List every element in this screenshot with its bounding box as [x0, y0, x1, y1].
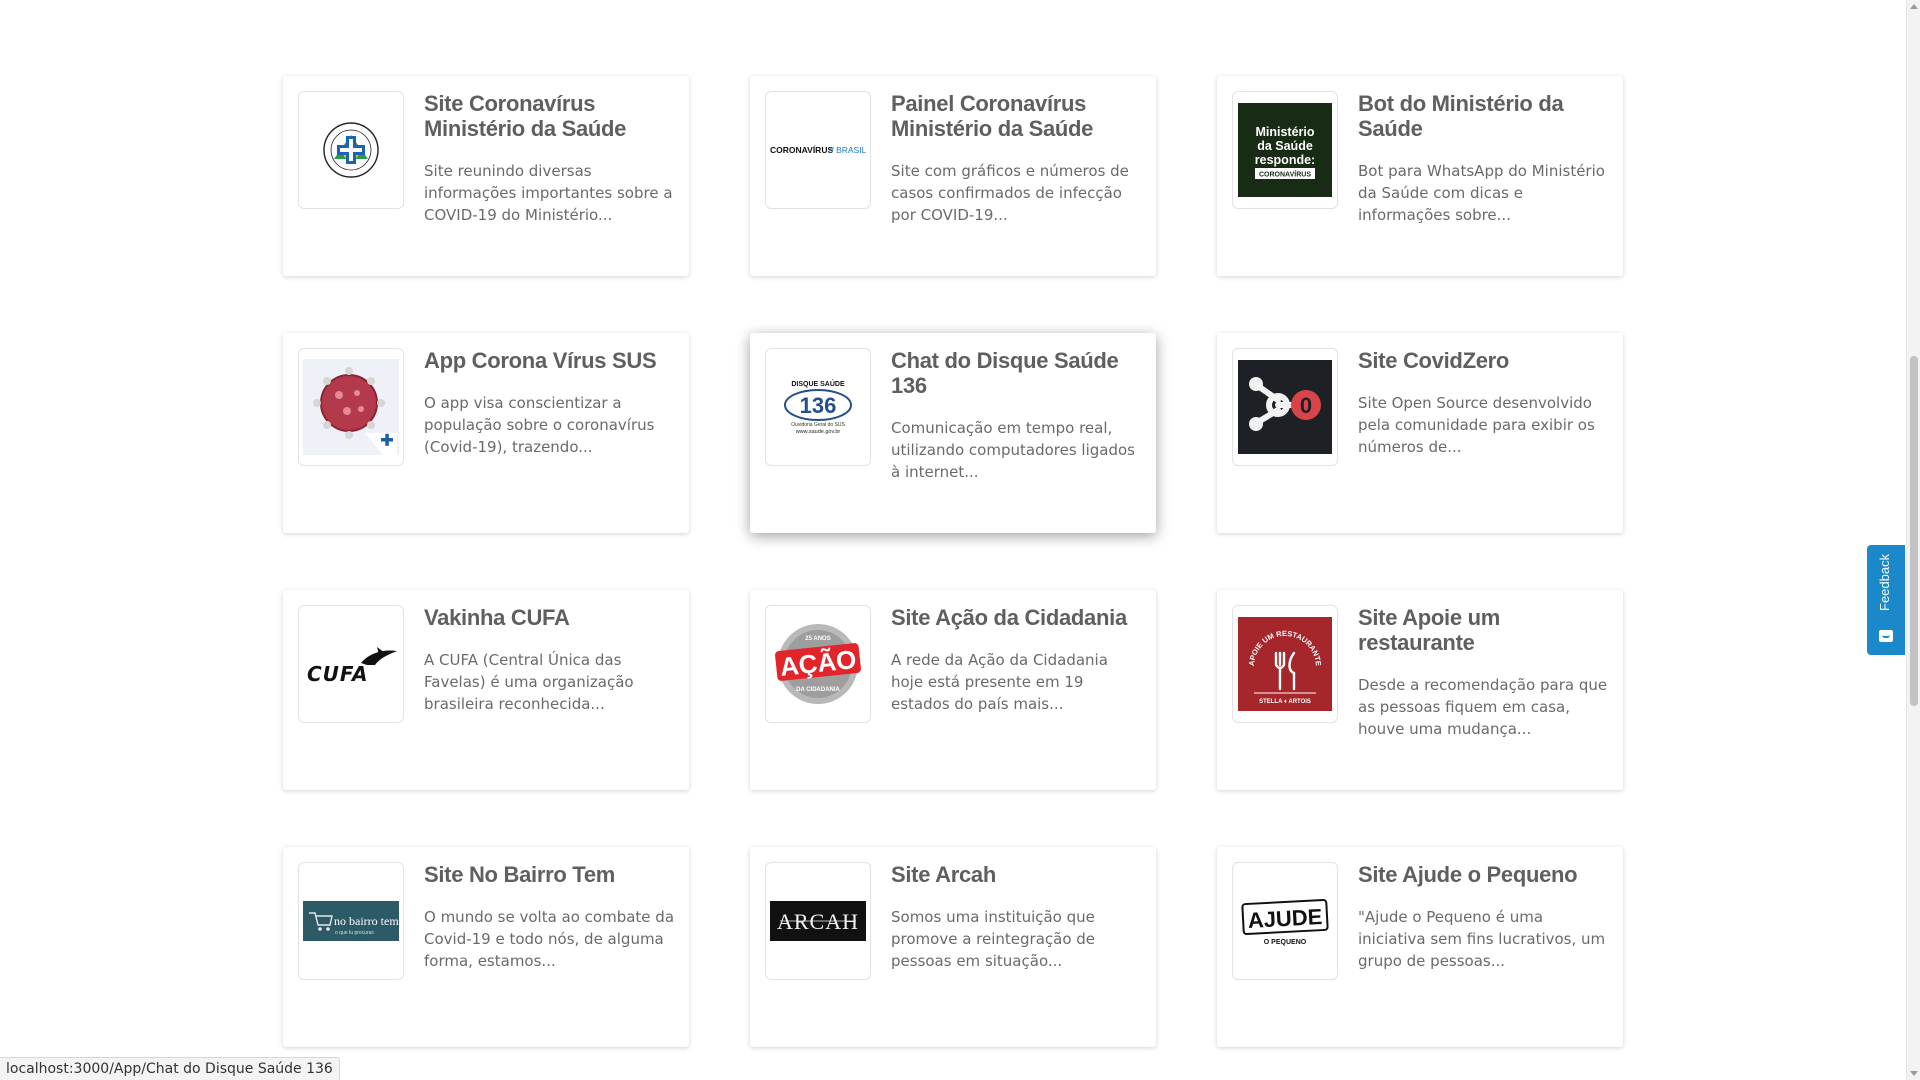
apoie-restaurante-logo: APOIE UM RESTAURANTE STELLA ♦ ARTOIS [1238, 617, 1332, 711]
feedback-label: Feedback [1877, 553, 1892, 611]
logo-text: no bairro tem! [334, 914, 399, 928]
logo-text: Ouvidoria Geral do SUS [791, 422, 845, 428]
card-logo: APOIE UM RESTAURANTE STELLA ♦ ARTOIS [1232, 605, 1338, 723]
app-card[interactable]: CORONAVÍRUS // BRASIL Painel Coronavírus… [750, 76, 1156, 276]
arcah-logo: ARCAH [770, 901, 866, 941]
logo-text: CORONAVÍRUS [770, 145, 833, 155]
app-card-hovered[interactable]: DISQUE SAÚDE 136 Ouvidoria Geral do SUS … [750, 333, 1156, 533]
card-description: Comunicação em tempo real, utilizando co… [891, 419, 1135, 481]
card-title: Chat do Disque Saúde 136 [891, 348, 1119, 398]
app-card[interactable]: App Corona Vírus SUS O app visa conscien… [283, 333, 689, 533]
logo-text: O PEQUENO [1264, 939, 1307, 946]
card-logo [298, 348, 404, 466]
app-card[interactable]: Ministério da Saúde responde: CORONAVÍRU… [1217, 76, 1623, 276]
card-description: Desde a recomendação para que as pessoas… [1358, 676, 1608, 738]
logo-text: o que tu procuras [335, 930, 374, 936]
card-title: Bot do Ministério da Saúde [1358, 91, 1564, 141]
logo-text: ARCAH [777, 909, 859, 934]
app-card[interactable]: Site Coronavírus Ministério da Saúde Sit… [283, 76, 689, 276]
disque-saude-136-logo: DISQUE SAÚDE 136 Ouvidoria Geral do SUS … [784, 379, 852, 435]
card-description: Site Open Source desenvolvido pela comun… [1358, 394, 1595, 456]
card-logo [298, 91, 404, 209]
no-bairro-tem-logo: no bairro tem! o que tu procuras [303, 901, 399, 941]
app-card[interactable]: APOIE UM RESTAURANTE STELLA ♦ ARTOIS Sit… [1217, 590, 1623, 790]
app-card[interactable]: 0 Site CovidZero Site Open Source desenv… [1217, 333, 1623, 533]
logo-text: STELLA ♦ ARTOIS [1259, 699, 1311, 705]
virus-plus-logo [303, 359, 399, 455]
logo-text: DISQUE SAÚDE [791, 379, 845, 388]
card-logo: CORONAVÍRUS // BRASIL [765, 91, 871, 209]
card-description: O app visa conscientizar a população sob… [424, 394, 655, 456]
card-logo: 25 ANOS AÇÃO DA CIDADANIA [765, 605, 871, 723]
card-description: Bot para WhatsApp do Ministério da Saúde… [1358, 162, 1605, 224]
logo-text: 25 ANOS [805, 636, 830, 642]
card-logo: ARCAH [765, 862, 871, 980]
browser-status-bar: localhost:3000/App/Chat do Disque Saúde … [0, 1057, 340, 1080]
card-title: Site Apoie um restaurante [1358, 605, 1500, 655]
card-description: Site reunindo diversas informações impor… [424, 162, 673, 224]
logo-text: CUFA [307, 662, 368, 686]
logo-text: CORONAVÍRUS [1259, 170, 1311, 179]
card-title: Painel Coronavírus Ministério da Saúde [891, 91, 1094, 141]
card-logo: 0 [1232, 348, 1338, 466]
scroll-up-arrow-icon[interactable] [1910, 4, 1918, 9]
card-description: "Ajude o Pequeno é uma iniciativa sem fi… [1358, 908, 1606, 970]
app-card-grid: Site Coronavírus Ministério da Saúde Sit… [283, 76, 1623, 1047]
covidzero-logo: 0 [1238, 360, 1332, 454]
card-logo: DISQUE SAÚDE 136 Ouvidoria Geral do SUS … [765, 348, 871, 466]
logo-text: Ministério [1255, 125, 1314, 139]
logo-text: // BRASIL [829, 145, 866, 155]
logo-text: DA CIDADANIA [796, 687, 840, 693]
page: Site Coronavírus Ministério da Saúde Sit… [0, 0, 1920, 1080]
card-logo: Ministério da Saúde responde: CORONAVÍRU… [1232, 91, 1338, 209]
coronavirus-ministerio-seal-logo [323, 122, 379, 178]
card-title: Vakinha CUFA [424, 605, 570, 630]
card-title: Site No Bairro Tem [424, 862, 616, 887]
logo-text: responde: [1255, 153, 1315, 167]
card-title: Site Coronavírus Ministério da Saúde [424, 91, 627, 141]
app-card[interactable]: AJUDE O PEQUENO Site Ajude o Pequeno "Aj… [1217, 847, 1623, 1047]
app-card[interactable]: 25 ANOS AÇÃO DA CIDADANIA Site Ação da C… [750, 590, 1156, 790]
app-card[interactable]: no bairro tem! o que tu procuras Site No… [283, 847, 689, 1047]
card-title: Site Ação da Cidadania [891, 605, 1127, 630]
logo-text: 136 [800, 393, 837, 418]
scrollbar-thumb[interactable] [1910, 356, 1918, 706]
logo-text: www.saude.gov.br [795, 429, 841, 435]
feedback-smile-icon [1879, 630, 1893, 642]
scroll-down-arrow-icon[interactable] [1910, 1071, 1918, 1076]
logo-text: 0 [1300, 393, 1312, 418]
card-description: A rede da Ação da Cidadania hoje está pr… [891, 651, 1108, 713]
card-description: A CUFA (Central Única das Favelas) é uma… [424, 651, 634, 713]
card-title: App Corona Vírus SUS [424, 348, 657, 373]
card-logo: no bairro tem! o que tu procuras [298, 862, 404, 980]
card-title: Site Arcah [891, 862, 997, 887]
app-card[interactable]: ARCAH Site Arcah Somos uma instituição q… [750, 847, 1156, 1047]
logo-text: AJUDE [1247, 904, 1323, 933]
ministerio-responde-logo: Ministério da Saúde responde: CORONAVÍRU… [1238, 103, 1332, 197]
cufa-logo: CUFA [307, 647, 397, 686]
vertical-scrollbar[interactable] [1906, 0, 1920, 1080]
card-title: Site CovidZero [1358, 348, 1510, 373]
acao-cidadania-logo: 25 ANOS AÇÃO DA CIDADANIA [775, 624, 861, 704]
app-card[interactable]: CUFA Vakinha CUFA A CUFA (Central Única … [283, 590, 689, 790]
card-logo: CUFA [298, 605, 404, 723]
card-title: Site Ajude o Pequeno [1358, 862, 1578, 887]
card-description: Somos uma instituição que promove a rein… [891, 908, 1096, 970]
ajude-o-pequeno-logo: AJUDE O PEQUENO [1241, 898, 1329, 946]
feedback-tab[interactable]: Feedback [1867, 545, 1905, 655]
logo-text: da Saúde [1257, 139, 1313, 153]
card-description: Site com gráficos e números de casos con… [891, 162, 1129, 224]
card-logo: AJUDE O PEQUENO [1232, 862, 1338, 980]
card-description: O mundo se volta ao combate da Covid-19 … [424, 908, 675, 970]
coronavirus-brasil-wordmark: CORONAVÍRUS // BRASIL [770, 145, 866, 155]
